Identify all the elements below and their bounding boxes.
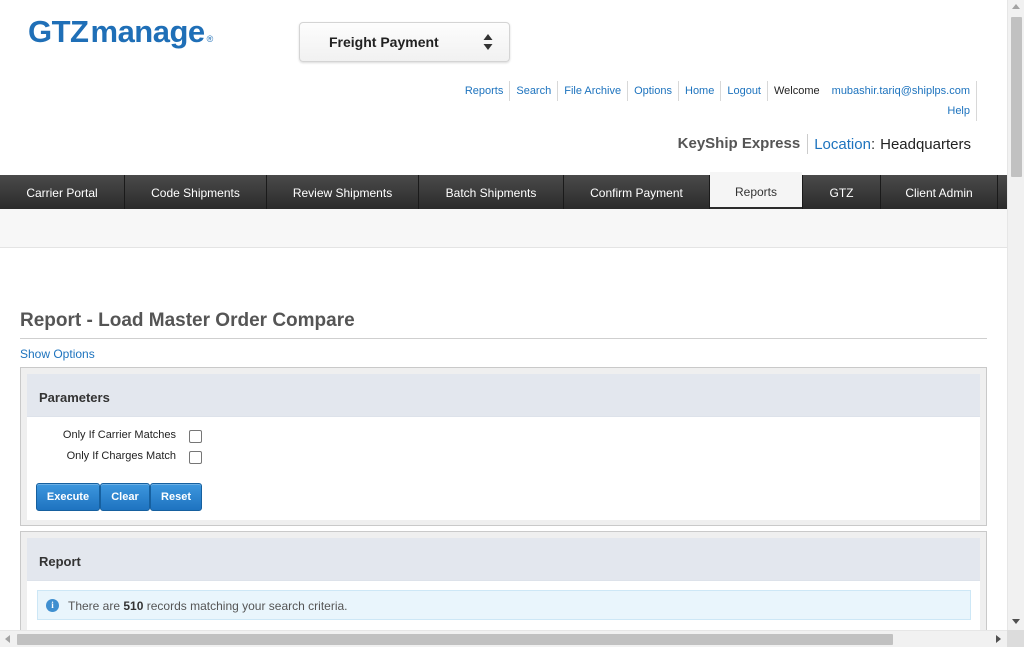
top-link-logout[interactable]: Logout: [721, 81, 768, 101]
report-heading: Report: [39, 554, 81, 569]
page-title: Report - Load Master Order Compare: [20, 310, 355, 331]
title-divider: [20, 338, 987, 339]
info-prefix: There are: [68, 599, 121, 613]
carrier-matches-label: Only If Carrier Matches: [62, 429, 176, 441]
vertical-scrollbar[interactable]: [1007, 0, 1024, 630]
param-row-charges: Only If Charges Match: [28, 450, 176, 464]
company-name: KeyShip Express: [678, 134, 809, 154]
carrier-matches-checkbox[interactable]: [189, 430, 202, 443]
module-select[interactable]: Freight Payment: [299, 22, 510, 62]
nav-carrier-portal[interactable]: Carrier Portal: [0, 175, 125, 209]
nav-batch-shipments[interactable]: Batch Shipments: [419, 175, 564, 209]
execute-button[interactable]: Execute: [36, 483, 100, 511]
scrollbar-corner: [1007, 630, 1024, 647]
nav-review-shipments[interactable]: Review Shipments: [267, 175, 419, 209]
logo-manage: manage: [90, 14, 206, 49]
user-email-link[interactable]: mubashir.tariq@shiplps.com: [826, 81, 977, 101]
info-suffix: records matching your search criteria.: [146, 599, 348, 613]
scroll-left-arrow-icon[interactable]: [5, 635, 10, 643]
param-row-carrier: Only If Carrier Matches: [28, 429, 176, 443]
top-link-home[interactable]: Home: [679, 81, 722, 101]
scroll-down-arrow-icon[interactable]: [1012, 619, 1020, 624]
sort-arrows-icon: [483, 34, 493, 50]
scroll-up-arrow-icon[interactable]: [1012, 4, 1020, 9]
location-colon: :: [870, 135, 876, 153]
gtzmanage-logo[interactable]: GTZ manage ®: [28, 14, 213, 50]
top-link-file-archive[interactable]: File Archive: [558, 81, 629, 101]
nav-confirm-payment[interactable]: Confirm Payment: [564, 175, 710, 209]
records-info-text: There are 510 records matching your sear…: [68, 599, 348, 613]
top-link-search[interactable]: Search: [510, 81, 559, 101]
records-info-alert: i There are 510 records matching your se…: [37, 590, 971, 620]
welcome-label: Welcome: [774, 85, 820, 97]
horizontal-scrollbar[interactable]: [0, 630, 1007, 647]
logo-gtz: GTZ: [28, 14, 89, 49]
show-options-link[interactable]: Show Options: [20, 347, 95, 361]
nav-code-shipments[interactable]: Code Shipments: [125, 175, 267, 209]
nav-reports[interactable]: Reports: [710, 172, 802, 207]
parameters-panel-header: Parameters: [27, 374, 980, 417]
top-link-options[interactable]: Options: [628, 81, 679, 101]
reset-button[interactable]: Reset: [150, 483, 202, 511]
charges-match-label: Only If Charges Match: [66, 450, 176, 462]
charges-match-checkbox[interactable]: [189, 451, 202, 464]
top-link-reports[interactable]: Reports: [459, 81, 511, 101]
location-value: Headquarters: [880, 135, 971, 153]
nav-gtz[interactable]: GTZ: [802, 175, 881, 209]
report-panel-header: Report: [27, 538, 980, 581]
main-navbar: Carrier Portal Code Shipments Review Shi…: [0, 172, 1007, 209]
module-select-value: Freight Payment: [329, 34, 439, 50]
page: GTZ manage ® Freight Payment Reports Sea…: [0, 0, 1007, 630]
location-label[interactable]: Location: [808, 136, 871, 153]
logo-registered: ®: [206, 34, 214, 44]
sub-navbar: [0, 209, 1007, 248]
parameters-heading: Parameters: [39, 390, 110, 405]
info-icon: i: [46, 599, 59, 612]
nav-client-admin[interactable]: Client Admin: [881, 175, 998, 209]
records-count: 510: [123, 599, 144, 613]
clear-button[interactable]: Clear: [100, 483, 150, 511]
vertical-scroll-thumb[interactable]: [1011, 17, 1022, 177]
horizontal-scroll-thumb[interactable]: [17, 634, 893, 645]
company-location: KeyShip Express Location : Headquarters: [678, 134, 971, 154]
scroll-right-arrow-icon[interactable]: [996, 635, 1001, 643]
help-link[interactable]: Help: [941, 101, 977, 121]
top-links: Reports Search File Archive Options Home…: [459, 81, 977, 101]
